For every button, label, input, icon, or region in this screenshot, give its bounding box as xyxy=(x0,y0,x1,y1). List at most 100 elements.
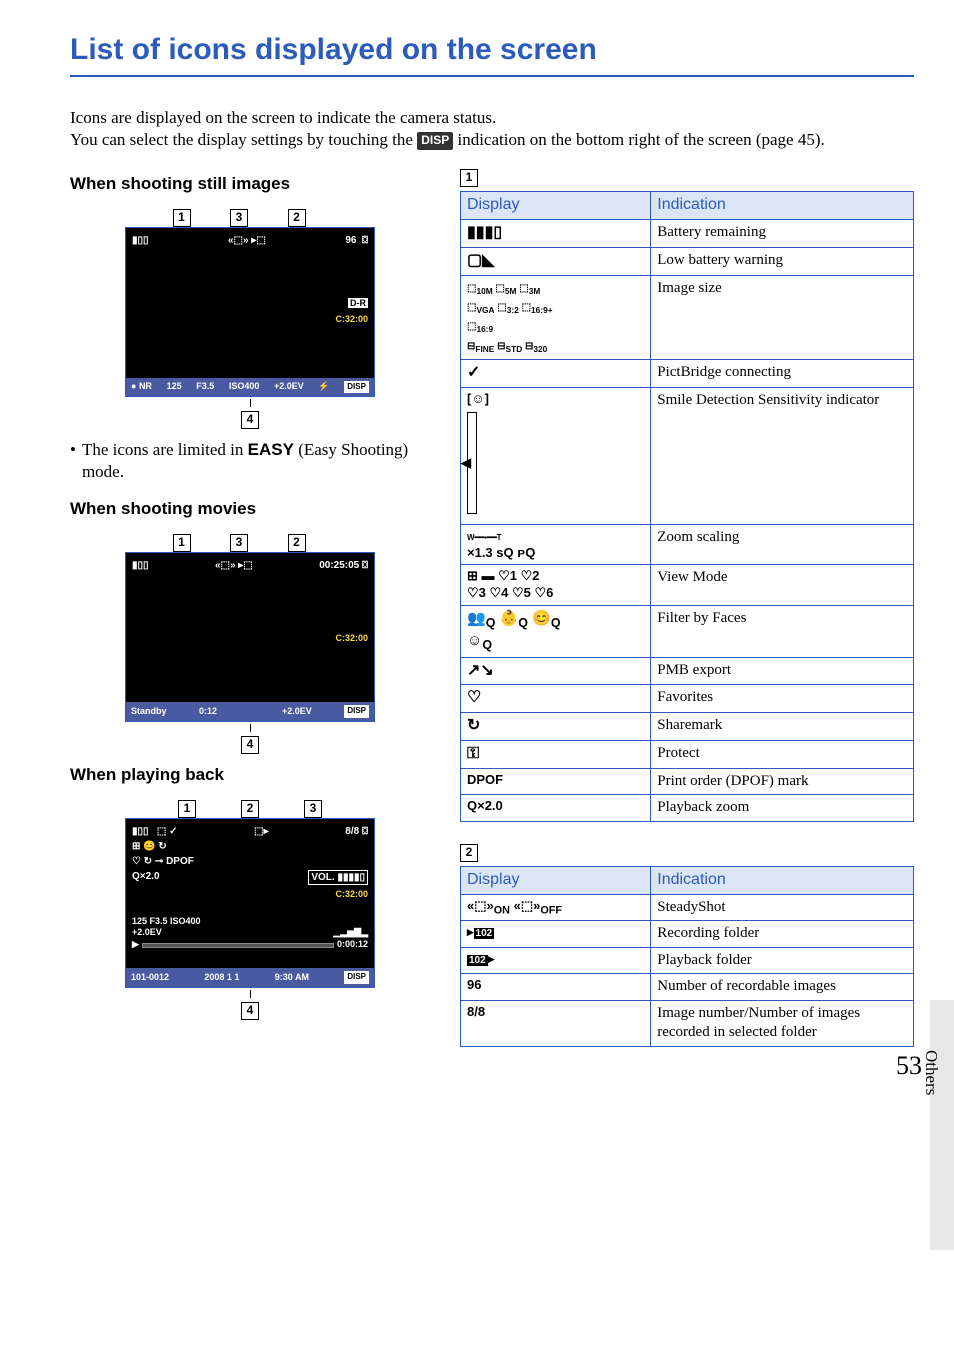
subhead-movie: When shooting movies xyxy=(70,498,430,520)
d-r-icon: D-R xyxy=(348,298,368,308)
shots-remaining: 96 xyxy=(345,235,356,246)
bullet: • xyxy=(70,439,76,461)
rec-folder-icon: ▸102 xyxy=(467,924,494,939)
indication: Filter by Faces xyxy=(651,606,914,658)
page-title: List of icons displayed on the screen xyxy=(70,30,914,77)
table-row: 👥Q 👶Q 😊Q☺Q Filter by Faces xyxy=(461,606,914,658)
table-row: ▸102 Recording folder xyxy=(461,921,914,948)
battery-low-icon: ▢◣ xyxy=(467,251,494,272)
battery-icon: ▮▯▯ xyxy=(132,234,149,247)
note-text: The icons are limited in EASY (Easy Shoo… xyxy=(82,439,430,483)
zoom-scaling-icon: W━━▪━━T×1.3 sQ ᴘQ xyxy=(467,528,535,560)
table-row: ↻Sharemark xyxy=(461,713,914,741)
aperture: F3.5 xyxy=(196,381,214,393)
image-counter: 8/8 xyxy=(345,826,359,837)
indication: Zoom scaling xyxy=(651,524,914,565)
disp-button[interactable]: DISP xyxy=(344,705,369,717)
shutter-speed: 125 xyxy=(167,381,182,393)
intro-2b: indication on the bottom right of the sc… xyxy=(457,130,824,149)
table-row: ▢◣ Low battery warning xyxy=(461,247,914,275)
sharemark-icon: ↻ xyxy=(467,716,480,737)
indication: Image size xyxy=(651,275,914,359)
table-row: ♡Favorites xyxy=(461,685,914,713)
indication: Battery remaining xyxy=(651,219,914,247)
duration: 0:00:12 xyxy=(337,939,368,951)
ev-value: +2.0EV xyxy=(132,927,162,939)
error-code: C:32:00 xyxy=(335,633,368,645)
easy-label: EASY xyxy=(248,440,294,459)
ev-value: +2.0EV xyxy=(274,381,304,393)
th-display: Display xyxy=(461,192,651,220)
callout-4: 4 xyxy=(241,411,259,429)
table-row: ⊞ ▬ ♡1 ♡2♡3 ♡4 ♡5 ♡6View Mode xyxy=(461,565,914,606)
intro-2a: You can select the display settings by t… xyxy=(70,130,417,149)
table-row: ↗↘PMB export xyxy=(461,657,914,685)
th-display: Display xyxy=(461,866,651,894)
folder-icon: ▸⬚ xyxy=(251,235,265,246)
play-screen-diagram: 1 2 3 ▮▯▯ ⬚ ✓ ⬚▸ 8/8 ⌼ ⊞ 😊 ↻ ♡ ↻ ⊸ DPOF … xyxy=(125,800,375,1020)
time: 9:30 AM xyxy=(275,972,309,984)
table-row: Q×2.0 Playback zoom xyxy=(461,795,914,822)
disp-button[interactable]: DISP xyxy=(344,381,369,393)
icon-table-1: Display Indication ▮▮▮▯ Battery remaining… xyxy=(460,191,914,822)
key-icon: ⚿ xyxy=(467,744,479,765)
elapsed: 0:12 xyxy=(199,706,217,718)
callout-1: 1 xyxy=(173,534,191,552)
heart-icon: ♡ xyxy=(467,688,481,709)
media-icon: ⌼ xyxy=(362,235,368,246)
table-row: ▮▮▮▯ Battery remaining xyxy=(461,219,914,247)
ev-value: +2.0EV xyxy=(282,706,312,718)
th-indication: Indication xyxy=(651,192,914,220)
battery-icon: ▮▮▮▯ xyxy=(467,223,502,244)
callout-2: 2 xyxy=(288,209,306,227)
folder-file: 101-0012 xyxy=(131,972,169,984)
section-callout-1: 1 xyxy=(460,169,478,187)
table-row: «⬚»ON «⬚»OFF SteadyShot xyxy=(461,894,914,921)
iso-value: ISO400 xyxy=(229,381,260,393)
indication: Image number/Number of images recorded i… xyxy=(651,1000,914,1046)
callout-4: 4 xyxy=(241,736,259,754)
steadyshot-icon: «⬚»ON «⬚»OFF xyxy=(467,898,562,913)
callout-2: 2 xyxy=(288,534,306,552)
section-callout-2: 2 xyxy=(460,844,478,862)
play-icon: ▶ xyxy=(132,939,139,951)
indication: SteadyShot xyxy=(651,894,914,921)
nr-icon: NR xyxy=(139,381,152,391)
error-code: C:32:00 xyxy=(132,889,368,901)
dpof-label: DPOF xyxy=(166,856,194,867)
indication: PictBridge connecting xyxy=(651,359,914,387)
image-size-icons: ⬚10M ⬚5M ⬚3M⬚VGA ⬚3:2 ⬚16:9+⬚16:9⊟FINE ⊟… xyxy=(467,283,553,352)
indication: PMB export xyxy=(651,657,914,685)
magnifier-icon: Q×2.0 xyxy=(467,798,503,813)
play-zoom: Q×2.0 xyxy=(132,870,160,885)
disp-icon: DISP xyxy=(417,132,453,150)
table-row: [☺]◀Smile Detection Sensitivity indicato… xyxy=(461,387,914,524)
indication: Recording folder xyxy=(651,921,914,948)
table-row: 96Number of recordable images xyxy=(461,974,914,1001)
filter-faces-icons: 👥Q 👶Q 😊Q☺Q xyxy=(467,610,561,649)
callout-3: 3 xyxy=(230,209,248,227)
indication: Protect xyxy=(651,741,914,769)
still-screen-diagram: 1 3 2 ▮▯▯ «⬚» ▸⬚ 96 ⌼ D-R xyxy=(125,209,375,429)
indication: Low battery warning xyxy=(651,247,914,275)
intro-line-1: Icons are displayed on the screen to ind… xyxy=(70,107,914,129)
table-row: W━━▪━━T×1.3 sQ ᴘQ Zoom scaling xyxy=(461,524,914,565)
table-row: 102▸Playback folder xyxy=(461,947,914,974)
date: 2008 1 1 xyxy=(204,972,239,984)
page-number: 53 xyxy=(896,1049,922,1083)
smile-gauge-icon: [☺]◀ xyxy=(467,391,489,519)
indication: Playback folder xyxy=(651,947,914,974)
table-row: ✓PictBridge connecting xyxy=(461,359,914,387)
sidebar-tab-bg xyxy=(930,1000,954,1250)
disp-button[interactable]: DISP xyxy=(344,971,369,983)
note-a: The icons are limited in xyxy=(82,440,248,459)
intro-block: Icons are displayed on the screen to ind… xyxy=(70,107,914,151)
sidebar-section-label: Others xyxy=(920,1050,942,1095)
th-indication: Indication xyxy=(651,866,914,894)
callout-3: 3 xyxy=(304,800,322,818)
movie-screen-diagram: 1 3 2 ▮▯▯ «⬚» ▸⬚ 00:25:05 ⌼ C:32:00 Stan… xyxy=(125,534,375,754)
battery-icon: ▮▯▯ ⬚ ✓ xyxy=(132,825,177,838)
histogram-icon: ▁▂▅▇▂ xyxy=(333,927,368,939)
movie-time: 00:25:05 xyxy=(319,560,359,571)
indication: Playback zoom xyxy=(651,795,914,822)
